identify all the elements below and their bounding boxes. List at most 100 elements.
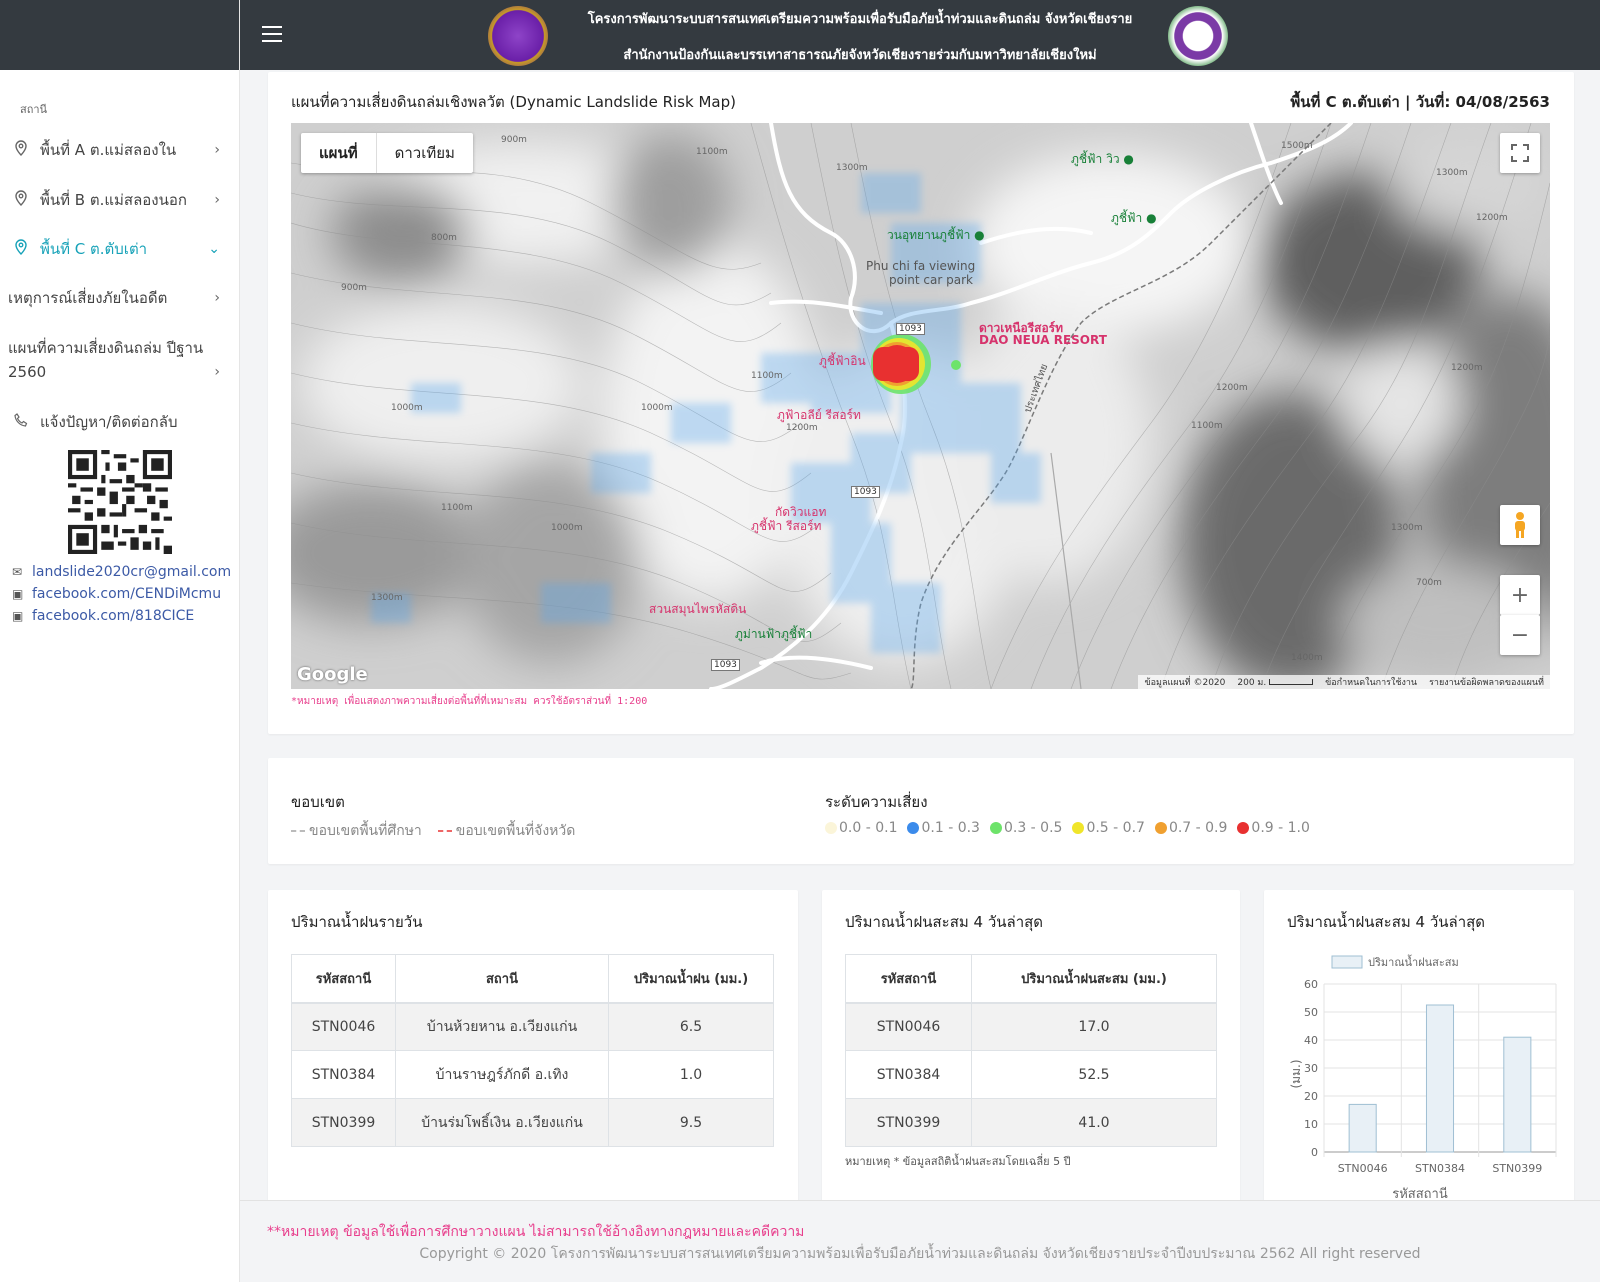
chart-bar[interactable] [1425, 1004, 1455, 1153]
menu-toggle-icon[interactable] [262, 26, 282, 47]
cum-rain-table: รหัสสถานี ปริมาณน้ำฝนสะสม (มม.) STN0046 … [845, 954, 1217, 1147]
place-label[interactable]: ภูฟ้าอลีย์ รีสอร์ท [777, 406, 861, 425]
chart-bar[interactable] [1503, 1036, 1532, 1153]
place-label[interactable]: ภูชี้ฟ้า รีสอร์ท [751, 517, 821, 536]
road-shield: 1093 [851, 486, 880, 498]
risk-level-item: 0.0 - 0.1 [825, 820, 897, 836]
chart-y-tick-label: 10 [1304, 1118, 1318, 1131]
street-view-pegman[interactable] [1500, 505, 1540, 545]
sidebar-item-past-events[interactable]: เหตุการณ์เสี่ยงภัยในอดีต › [0, 286, 230, 310]
map-attribution: ข้อมูลแผนที่ ©2020 200 ม. ข้อกำหนดในการใ… [1138, 675, 1550, 689]
table-cell: 17.0 [971, 1002, 1217, 1051]
chart-y-tick-label: 30 [1304, 1062, 1318, 1075]
place-label[interactable]: ภูชี้ฟ้า ● [1111, 209, 1157, 228]
contact-email[interactable]: ✉ landslide2020cr@gmail.com [12, 564, 231, 580]
chart-y-tick-label: 50 [1304, 1006, 1318, 1019]
map-pin-icon [0, 190, 40, 210]
sidebar-item-contact[interactable]: แจ้งปัญหา/ติดต่อกลับ [0, 410, 230, 434]
legend-swatch [1331, 955, 1363, 969]
fullscreen-button[interactable] [1500, 133, 1540, 173]
contour-label: 1000m [391, 403, 423, 413]
risk-map[interactable]: 1100m 1100m 1100m 1200m 1300m 1300m 1400… [291, 123, 1550, 689]
table-cell: STN0399 [845, 1098, 972, 1147]
table-row: STN0046 17.0 [845, 1002, 1217, 1051]
cum-rain-chart-card: ปริมาณน้ำฝนสะสม 4 วันล่าสุด 0 10 20 30 40 50 6… [1264, 890, 1574, 1206]
map-type-roadmap-button[interactable]: แผนที่ [301, 133, 377, 173]
dashed-line-icon [291, 830, 305, 832]
contact-facebook-818[interactable]: ▣ facebook.com/818CICE [12, 608, 194, 624]
risk-legend-title: ระดับความเสี่ยง [825, 793, 928, 811]
chart-x-tick-label: STN0046 [1338, 1162, 1388, 1175]
sidebar-item-base-map-2560[interactable]: แผนที่ความเสี่ยงดินถล่ม ปีฐาน 2560 › [0, 336, 220, 384]
map-pin-icon [0, 239, 40, 259]
risk-level-item: 0.1 - 0.3 [907, 820, 980, 836]
chart-y-tick-label: 40 [1304, 1034, 1318, 1047]
chart-bar[interactable] [1348, 1103, 1377, 1153]
google-logo[interactable]: Google [297, 664, 368, 685]
table-cell: บ้านร่มโพธิ์เงิน อ.เวียงแก่น [395, 1098, 609, 1147]
contour-label: 1300m [1436, 168, 1468, 178]
place-label[interactable]: ภูชี้ฟ้าอิน [819, 352, 866, 371]
scale-bar: 200 ม. [1237, 675, 1314, 689]
zoom-out-button[interactable]: − [1500, 615, 1540, 655]
boundary-province-item: ขอบเขตพื้นที่จังหวัด [437, 820, 576, 842]
cum-rain-note: หมายเหตุ * ข้อมูลสถิติน้ำฝนสะสมโดยเฉลี่ย… [845, 1155, 1071, 1168]
table-cell: บ้านราษฎร์ภักดี อ.เทิง [395, 1050, 609, 1099]
zoom-in-button[interactable]: + [1500, 575, 1540, 615]
phone-icon [0, 413, 40, 431]
table-cell: STN0046 [291, 1002, 396, 1051]
chart-x-ticks: STN0046 STN0384 STN0399 [1338, 1162, 1543, 1175]
table-header: รหัสสถานี [845, 954, 972, 1004]
table-header: ปริมาณน้ำฝน (มม.) [608, 954, 774, 1004]
email-icon: ✉ [12, 565, 23, 579]
sidebar-item-area-b[interactable]: พื้นที่ B ต.แม่สลองนอก › [0, 188, 230, 212]
footer-copyright: Copyright © 2020 โครงการพัฒนาระบบสารสนเท… [419, 1246, 1421, 1262]
contour-label: 1300m [1391, 523, 1423, 533]
contour-label: 800m [431, 233, 457, 243]
rain-bar-chart: 0 10 20 30 40 50 60 STN0046 STN0384 STN0399 ปริม… [1289, 954, 1557, 1200]
risk-legend: 0.0 - 0.1 0.1 - 0.3 0.3 - 0.5 0.5 - 0.7 … [825, 820, 1320, 836]
contour-label: 1000m [551, 523, 583, 533]
legend-label: 0.9 - 1.0 [1251, 820, 1310, 836]
legend-label: ขอบเขตพื้นที่จังหวัด [455, 823, 576, 839]
map-data-credit: ข้อมูลแผนที่ ©2020 [1144, 678, 1226, 688]
map-subtitle: พื้นที่ C ต.ตับเต่า | วันที่: 04/08/2563 [1290, 93, 1550, 111]
chart-y-tick-label: 20 [1304, 1090, 1318, 1103]
place-label[interactable]: สวนสมุนไพรหัสดิน [649, 600, 746, 619]
table-cell: 1.0 [608, 1050, 774, 1099]
contour-label: 1000m [641, 403, 673, 413]
place-name: ภูชี้ฟ้า [1111, 211, 1143, 225]
table-cell: STN0046 [845, 1002, 972, 1051]
place-label[interactable]: Phu chi fa viewing [866, 259, 975, 273]
road-shield: 1093 [896, 323, 925, 335]
chart-x-tick-label: STN0399 [1492, 1162, 1542, 1175]
chevron-right-icon: › [214, 364, 220, 380]
legend-label: 0.0 - 0.1 [839, 820, 898, 836]
place-label[interactable]: DAO NEUA RESORT [979, 333, 1107, 347]
sidebar-item-area-c[interactable]: พื้นที่ C ต.ตับเต่า ⌄ [0, 237, 230, 261]
table-row: STN0384 52.5 [845, 1050, 1217, 1099]
dashed-line-icon [437, 830, 452, 832]
place-label[interactable]: ภูชี้ฟ้า วิว ● [1071, 150, 1134, 169]
province-logo [488, 6, 548, 66]
place-label[interactable]: วนอุทยานภูชี้ฟ้า ● [887, 226, 985, 245]
contour-label: 900m [341, 283, 367, 293]
legend-label: 0.5 - 0.7 [1086, 820, 1145, 836]
tree-pin-icon: ● [974, 228, 985, 242]
header-title-line2: สำนักงานป้องกันและบรรเทาสาธารณภัยจังหวัด… [623, 48, 1097, 63]
contact-facebook-cendi[interactable]: ▣ facebook.com/CENDiMcmu [12, 586, 221, 602]
report-error-link[interactable]: รายงานข้อผิดพลาดของแผนที่ [1429, 675, 1544, 689]
tree-pin-icon: ● [1123, 152, 1134, 166]
pegman-icon [1515, 512, 1525, 538]
sidebar-item-area-a[interactable]: พื้นที่ A ต.แม่สลองใน › [0, 138, 230, 162]
chart-bars [1348, 1004, 1532, 1153]
place-label[interactable]: point car park [889, 273, 973, 287]
place-label[interactable]: ภูม่านฟ้าภูชี้ฟ้า [735, 625, 812, 644]
sidebar: สถานี พื้นที่ A ต.แม่สลองใน › พื้นที่ B … [0, 0, 240, 1282]
qr-code-image [68, 450, 172, 554]
contour-label: 1100m [696, 147, 728, 157]
daily-rain-table: รหัสสถานี สถานี ปริมาณน้ำฝน (มม.) STN004… [291, 954, 774, 1147]
map-type-satellite-button[interactable]: ดาวเทียม [377, 133, 473, 173]
risk-level-item: 0.3 - 0.5 [989, 820, 1062, 836]
terms-link[interactable]: ข้อกำหนดในการใช้งาน [1325, 675, 1417, 689]
